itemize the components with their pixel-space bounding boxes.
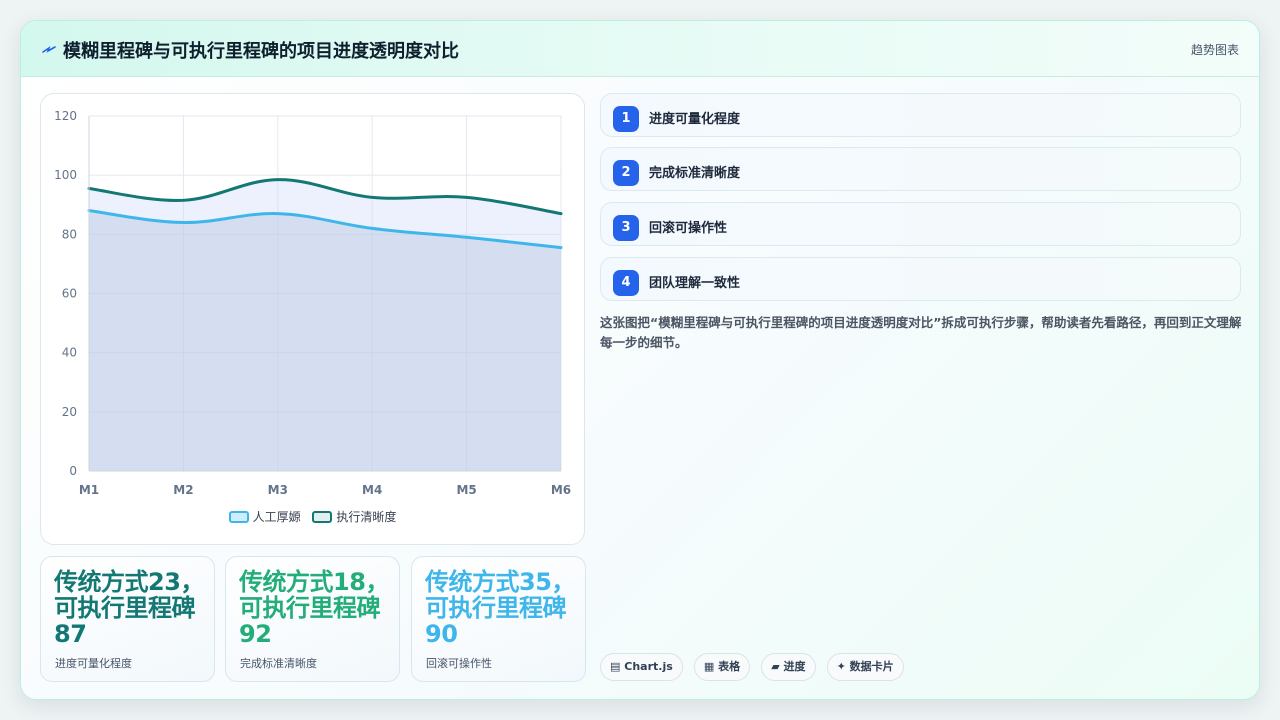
stat-label: 回滚可操作性: [426, 657, 492, 670]
chip-label: 表格: [718, 660, 741, 673]
table-icon: ▦: [703, 660, 715, 673]
chart-legend: 人工厚嫄 执行清晰度: [41, 508, 584, 525]
chip-chartjs[interactable]: ▤ Chart.js: [600, 653, 683, 681]
x-tick-label: M4: [362, 483, 382, 497]
step-item-2[interactable]: 2 完成标准清晰度: [600, 147, 1241, 191]
legend-label-series-b: 执行清晰度: [336, 510, 397, 524]
x-tick-label: M1: [79, 483, 99, 497]
step-number: 4: [613, 270, 639, 296]
step-number: 2: [613, 160, 639, 186]
step-item-3[interactable]: 3 回滚可操作性: [600, 202, 1241, 246]
legend-item-series-a[interactable]: 人工厚嫄: [228, 508, 301, 525]
progress-icon: ▰: [771, 660, 780, 673]
chip-progress[interactable]: ▰ 进度: [761, 653, 816, 681]
y-tick-label: 120: [54, 109, 77, 123]
stat-value: 传统方式18，可执行里程碑92: [239, 568, 389, 648]
lightning-icon: [42, 46, 56, 53]
stat-card-2: 传统方式18，可执行里程碑92 完成标准清晰度: [225, 556, 400, 682]
stat-card-3: 传统方式35，可执行里程碑90 回滚可操作性: [411, 556, 586, 682]
chart-panel: 0 20 40 60 80 100 120 M1 M2 M3 M4 M5 M6 人工厚嫄 执行清晰度: [40, 93, 585, 545]
chip-label: Chart.js: [624, 660, 673, 673]
step-number: 3: [613, 215, 639, 241]
step-item-4[interactable]: 4 团队理解一致性: [600, 257, 1241, 301]
y-tick-label: 20: [62, 405, 77, 419]
y-tick-label: 40: [62, 346, 77, 360]
step-item-1[interactable]: 1 进度可量化程度: [600, 93, 1241, 137]
chip-data-card[interactable]: ✦ 数据卡片: [826, 653, 904, 681]
chip-table[interactable]: ▦ 表格: [693, 653, 751, 681]
y-tick-label: 0: [69, 464, 77, 478]
main-card: 模糊里程碑与可执行里程碑的项目进度透明度对比 趋势图表 0 20 40 60 80 100…: [20, 20, 1260, 700]
step-label: 完成标准清晰度: [649, 166, 741, 181]
stat-value: 传统方式23，可执行里程碑87: [54, 568, 204, 648]
sparkle-icon: ✦: [836, 660, 846, 673]
legend-swatch-series-b: [312, 511, 333, 523]
description-text: 这张图把“模糊里程碑与可执行里程碑的项目进度透明度对比”拆成可执行步骤，帮助读者…: [600, 315, 1242, 350]
chip-label: 进度: [783, 660, 806, 673]
step-label: 进度可量化程度: [649, 112, 741, 127]
step-label: 回滚可操作性: [649, 221, 728, 236]
stat-value: 传统方式35，可执行里程碑90: [425, 568, 575, 648]
legend-swatch-series-a: [228, 511, 249, 523]
line-chart: 0 20 40 60 80 100 120 M1 M2 M3 M4 M5 M6: [54, 109, 571, 497]
y-tick-label: 80: [62, 227, 77, 241]
series-area-a: [89, 210, 561, 471]
x-tick-label: M2: [173, 483, 193, 497]
page-title: 模糊里程碑与可执行里程碑的项目进度透明度对比: [63, 41, 459, 62]
chart-icon: ▤: [610, 660, 621, 673]
header: 模糊里程碑与可执行里程碑的项目进度透明度对比 趋势图表: [21, 21, 1259, 77]
y-tick-label: 100: [54, 168, 77, 182]
legend-label-series-a: 人工厚嫄: [252, 510, 301, 524]
x-tick-label: M6: [551, 483, 571, 497]
stat-card-1: 传统方式23，可执行里程碑87 进度可量化程度: [40, 556, 215, 682]
feature-chips: ▤ Chart.js ▦ 表格 ▰ 进度 ✦ 数据卡片: [600, 653, 910, 682]
x-tick-label: M5: [456, 483, 476, 497]
stat-label: 进度可量化程度: [55, 657, 132, 670]
y-tick-label: 60: [62, 287, 77, 301]
legend-item-series-b[interactable]: 执行清晰度: [312, 508, 396, 525]
chip-label: 数据卡片: [849, 660, 894, 673]
x-tick-label: M3: [268, 483, 288, 497]
stat-label: 完成标准清晰度: [240, 657, 317, 670]
header-tag: 趋势图表: [1190, 43, 1239, 57]
step-label: 团队理解一致性: [649, 276, 741, 291]
step-number: 1: [613, 106, 639, 132]
